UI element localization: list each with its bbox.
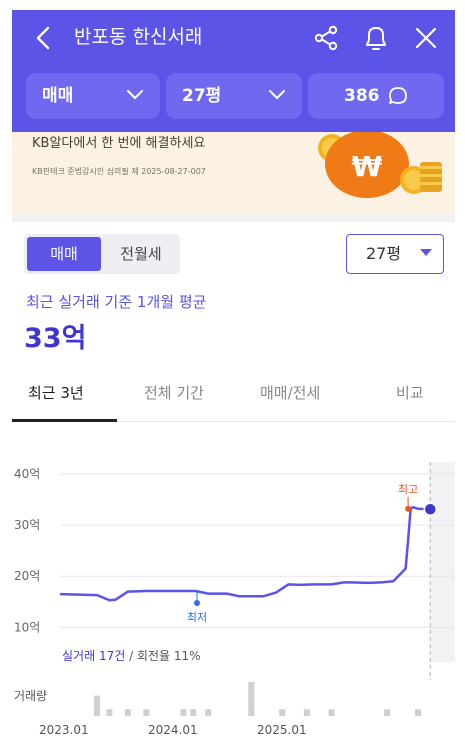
max-marker (405, 505, 412, 512)
volume-bar (190, 709, 197, 716)
volume-bar (124, 709, 131, 716)
tab-compare[interactable]: 비교 (396, 382, 424, 404)
comments-count: 386 (344, 86, 380, 106)
comment-icon (389, 87, 407, 104)
share-icon[interactable] (312, 24, 340, 52)
tab-sale-jeonse[interactable]: 매매/전세 (260, 382, 320, 404)
volume-bar (94, 695, 101, 716)
top-bar: 반포동 한신서래 (12, 10, 455, 66)
volume-bar (414, 709, 421, 716)
volume-bar (303, 709, 310, 716)
banner-legal-text: KB핀테크 준법감시인 심의필 제 2025-08-27-007 (32, 167, 206, 176)
x-tick-label: 2023.01 (39, 723, 89, 737)
x-tick-label: 2025.01 (257, 723, 307, 737)
price-chart[interactable]: 40억 30억 20억 10억 최고최저 실거래 17건 / 회전율 11% 거래량 2… (12, 422, 455, 742)
header: 반포동 한신서래 매매 27평 386 (12, 10, 455, 132)
close-icon[interactable] (412, 24, 440, 52)
y-tick-label: 30억 (14, 518, 40, 532)
trade-type-label: 매매 (42, 86, 74, 106)
trade-type-toggle: 매매 전월세 (24, 234, 180, 274)
tab-recent-3y[interactable]: 최근 3년 (28, 382, 84, 404)
min-label: 최저 (187, 611, 207, 624)
toggle-rent[interactable]: 전월세 (104, 237, 178, 271)
volume-bar (384, 709, 391, 716)
volume-bar (180, 709, 187, 716)
app-frame: 반포동 한신서래 매매 27평 386 KB알다에서 한 번에 해결하세요 KB… (12, 10, 455, 742)
trade-count: 17건 (98, 649, 126, 663)
trade-type-dropdown[interactable]: 매매 (26, 73, 160, 119)
volume-label: 거래량 (14, 689, 48, 703)
trade-summary: 실거래 17건 / 회전율 11% (62, 648, 201, 664)
size-dropdown[interactable]: 27평 (166, 73, 302, 119)
coin-pouch-illustration: ₩ (318, 132, 442, 198)
current-point (423, 502, 438, 517)
chevron-down-icon (269, 90, 285, 99)
average-price: 33억 (24, 323, 87, 354)
size-label: 27평 (182, 86, 222, 106)
min-marker (194, 600, 201, 607)
y-tick-label: 20억 (14, 569, 40, 583)
turnover-rate: / 회전율 11% (125, 649, 201, 663)
tab-all-period[interactable]: 전체 기간 (144, 382, 204, 404)
toggle-sale[interactable]: 매매 (27, 237, 101, 271)
chevron-down-icon (127, 90, 143, 99)
price-subtitle: 최근 실거래 기준 1개월 평균 (26, 293, 207, 311)
back-icon[interactable] (30, 24, 58, 52)
volume-bar (143, 709, 150, 716)
volume-bar (248, 682, 255, 716)
volume-bar (205, 709, 212, 716)
bell-icon[interactable] (362, 23, 390, 53)
x-tick-label: 2024.01 (148, 723, 198, 737)
volume-bar (328, 709, 335, 716)
price-line (59, 505, 431, 602)
price-chart-svg: 40억 30억 20억 10억 최고최저 (14, 462, 455, 716)
svg-text:₩: ₩ (352, 150, 383, 183)
period-tabs: 최근 3년 전체 기간 매매/전세 비교 (12, 372, 455, 422)
volume-bar (106, 709, 113, 716)
caret-down-icon (420, 249, 432, 256)
promo-banner[interactable]: KB알다에서 한 번에 해결하세요 KB핀테크 준법감시인 심의필 제 2025… (12, 132, 455, 214)
page-title: 반포동 한신서래 (74, 26, 203, 48)
banner-text: KB알다에서 한 번에 해결하세요 (32, 136, 206, 151)
section-divider (12, 214, 455, 222)
size-select[interactable]: 27평 (346, 234, 444, 274)
max-label: 최고 (398, 483, 418, 496)
volume-bar (279, 709, 286, 716)
size-select-value: 27평 (366, 244, 402, 263)
future-region (430, 462, 455, 662)
comments-button[interactable]: 386 (308, 73, 444, 119)
y-tick-label: 10억 (14, 620, 40, 634)
y-tick-label: 40억 (14, 467, 40, 481)
trade-summary-prefix: 실거래 (62, 649, 99, 663)
